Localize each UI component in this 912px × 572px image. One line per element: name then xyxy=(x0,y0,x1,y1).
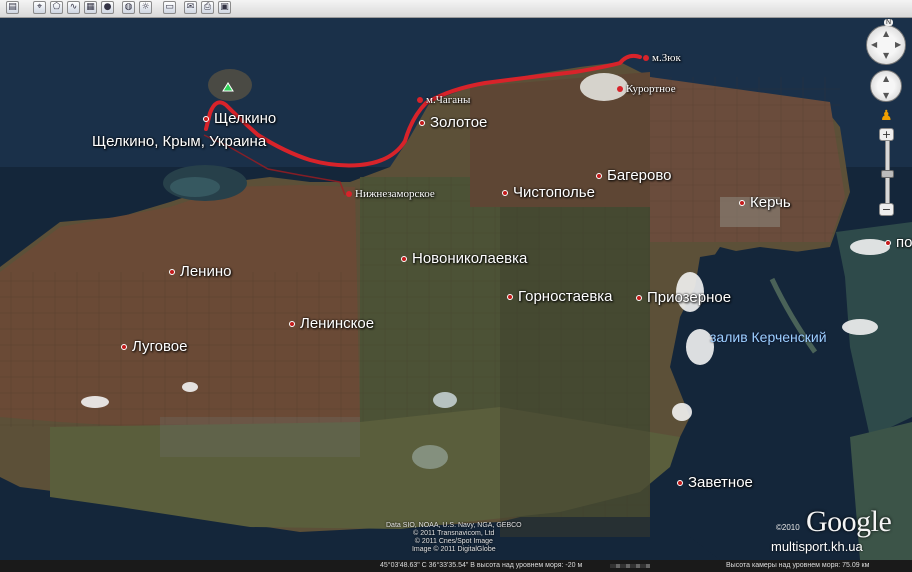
credit-line: © 2011 Cnes/Spot Image xyxy=(414,538,493,545)
place-zolotoe[interactable]: Золотое xyxy=(418,114,487,131)
route-point-nizhnezamorskoe[interactable]: Нижнезаморское xyxy=(346,188,435,200)
placemark-icon[interactable]: ⌖ xyxy=(33,1,46,14)
status-coordinates: 45°03'48.63" С 36°33'35.54" В высота над… xyxy=(380,562,583,569)
route-point-cape-chagany[interactable]: м.Чаганы xyxy=(416,94,470,106)
credit-line: Data SIO, NOAA, U.S. Navy, NGA, GEBCO xyxy=(386,522,522,529)
look-up-arrow-icon[interactable]: ▲ xyxy=(883,29,889,38)
place-gornostaevka[interactable]: Горностаевка xyxy=(507,288,613,305)
zoom-in-button[interactable]: + xyxy=(879,128,894,141)
place-shchelkino[interactable]: Щелкино xyxy=(202,110,276,127)
look-left-arrow-icon[interactable]: ◀ xyxy=(871,40,877,49)
place-zavetnoe[interactable]: Заветное xyxy=(677,474,753,491)
credit-line: © 2011 Transnavicom, Ltd xyxy=(413,530,495,537)
water-label-kerch-bay: залив Керченский xyxy=(710,329,827,345)
status-eye-altitude: Высота камеры над уровнем моря: 75.09 км xyxy=(726,562,870,569)
move-up-arrow-icon[interactable]: ▲ xyxy=(883,74,889,83)
toolbar: ▤ ⌖ ⬠ ∿ ▦ ● ◍ ☼ ▭ ✉ ⎙ ▣ xyxy=(0,0,912,18)
email-icon[interactable]: ✉ xyxy=(184,1,197,14)
move-down-arrow-icon[interactable]: ▼ xyxy=(883,91,889,100)
tour-icon[interactable]: ● xyxy=(101,1,114,14)
street-view-pegman-icon[interactable]: ♟ xyxy=(880,108,893,124)
place-novonikolaevka[interactable]: Новониколаевка xyxy=(400,250,527,267)
credit-line: Image © 2011 DigitalGlobe xyxy=(411,546,496,553)
place-leninskoe[interactable]: Ленинское xyxy=(288,315,374,332)
map-icon[interactable]: ▣ xyxy=(218,1,231,14)
zoom-slider-handle[interactable] xyxy=(881,170,894,178)
planet-icon[interactable]: ◍ xyxy=(122,1,135,14)
status-bar: 45°03'48.63" С 36°33'35.54" В высота над… xyxy=(0,560,912,572)
polygon-icon[interactable]: ⬠ xyxy=(50,1,63,14)
place-bagerovo[interactable]: Багерово xyxy=(596,167,672,184)
sidebar-icon[interactable]: ▤ xyxy=(6,1,19,14)
copyright-year: ©2010 xyxy=(776,523,800,532)
north-indicator[interactable]: N xyxy=(884,19,894,26)
watermark: multisport.kh.ua xyxy=(771,539,863,554)
place-lugovoe[interactable]: Луговое xyxy=(120,338,187,355)
route-point-cape-zyuk[interactable]: м.Зюк xyxy=(643,52,681,64)
look-down-arrow-icon[interactable]: ▼ xyxy=(883,51,889,60)
imagery-credits: Data SIO, NOAA, U.S. Navy, NGA, GEBCO © … xyxy=(386,522,522,554)
overlay-icon[interactable]: ▦ xyxy=(84,1,97,14)
sky-icon[interactable]: ☼ xyxy=(139,1,152,14)
ruler-icon[interactable]: ▭ xyxy=(163,1,176,14)
route-point-kurortnoe[interactable]: Курортное xyxy=(617,83,676,95)
place-lenino[interactable]: Ленино xyxy=(168,263,231,280)
zoom-out-button[interactable]: − xyxy=(879,203,894,216)
look-right-arrow-icon[interactable]: ▶ xyxy=(895,40,901,49)
place-kerch[interactable]: Керчь xyxy=(739,194,791,211)
google-earth-window: ▤ ⌖ ⬠ ∿ ▦ ● ◍ ☼ ▭ ✉ ⎙ ▣ Щелкино Щелкино,… xyxy=(0,0,912,572)
place-chistopole[interactable]: Чистополье xyxy=(502,184,595,201)
google-logo: Google xyxy=(806,505,892,538)
path-icon[interactable]: ∿ xyxy=(67,1,80,14)
place-shchelkino-full[interactable]: Щелкино, Крым, Украина xyxy=(92,133,266,150)
print-icon[interactable]: ⎙ xyxy=(201,1,214,14)
streaming-progress xyxy=(610,564,650,568)
satellite-map[interactable]: Щелкино Щелкино, Крым, Украина Золотое Ч… xyxy=(0,17,912,560)
place-edge[interactable]: по xyxy=(884,234,912,251)
place-priozernoe[interactable]: Приозерное xyxy=(635,289,731,306)
